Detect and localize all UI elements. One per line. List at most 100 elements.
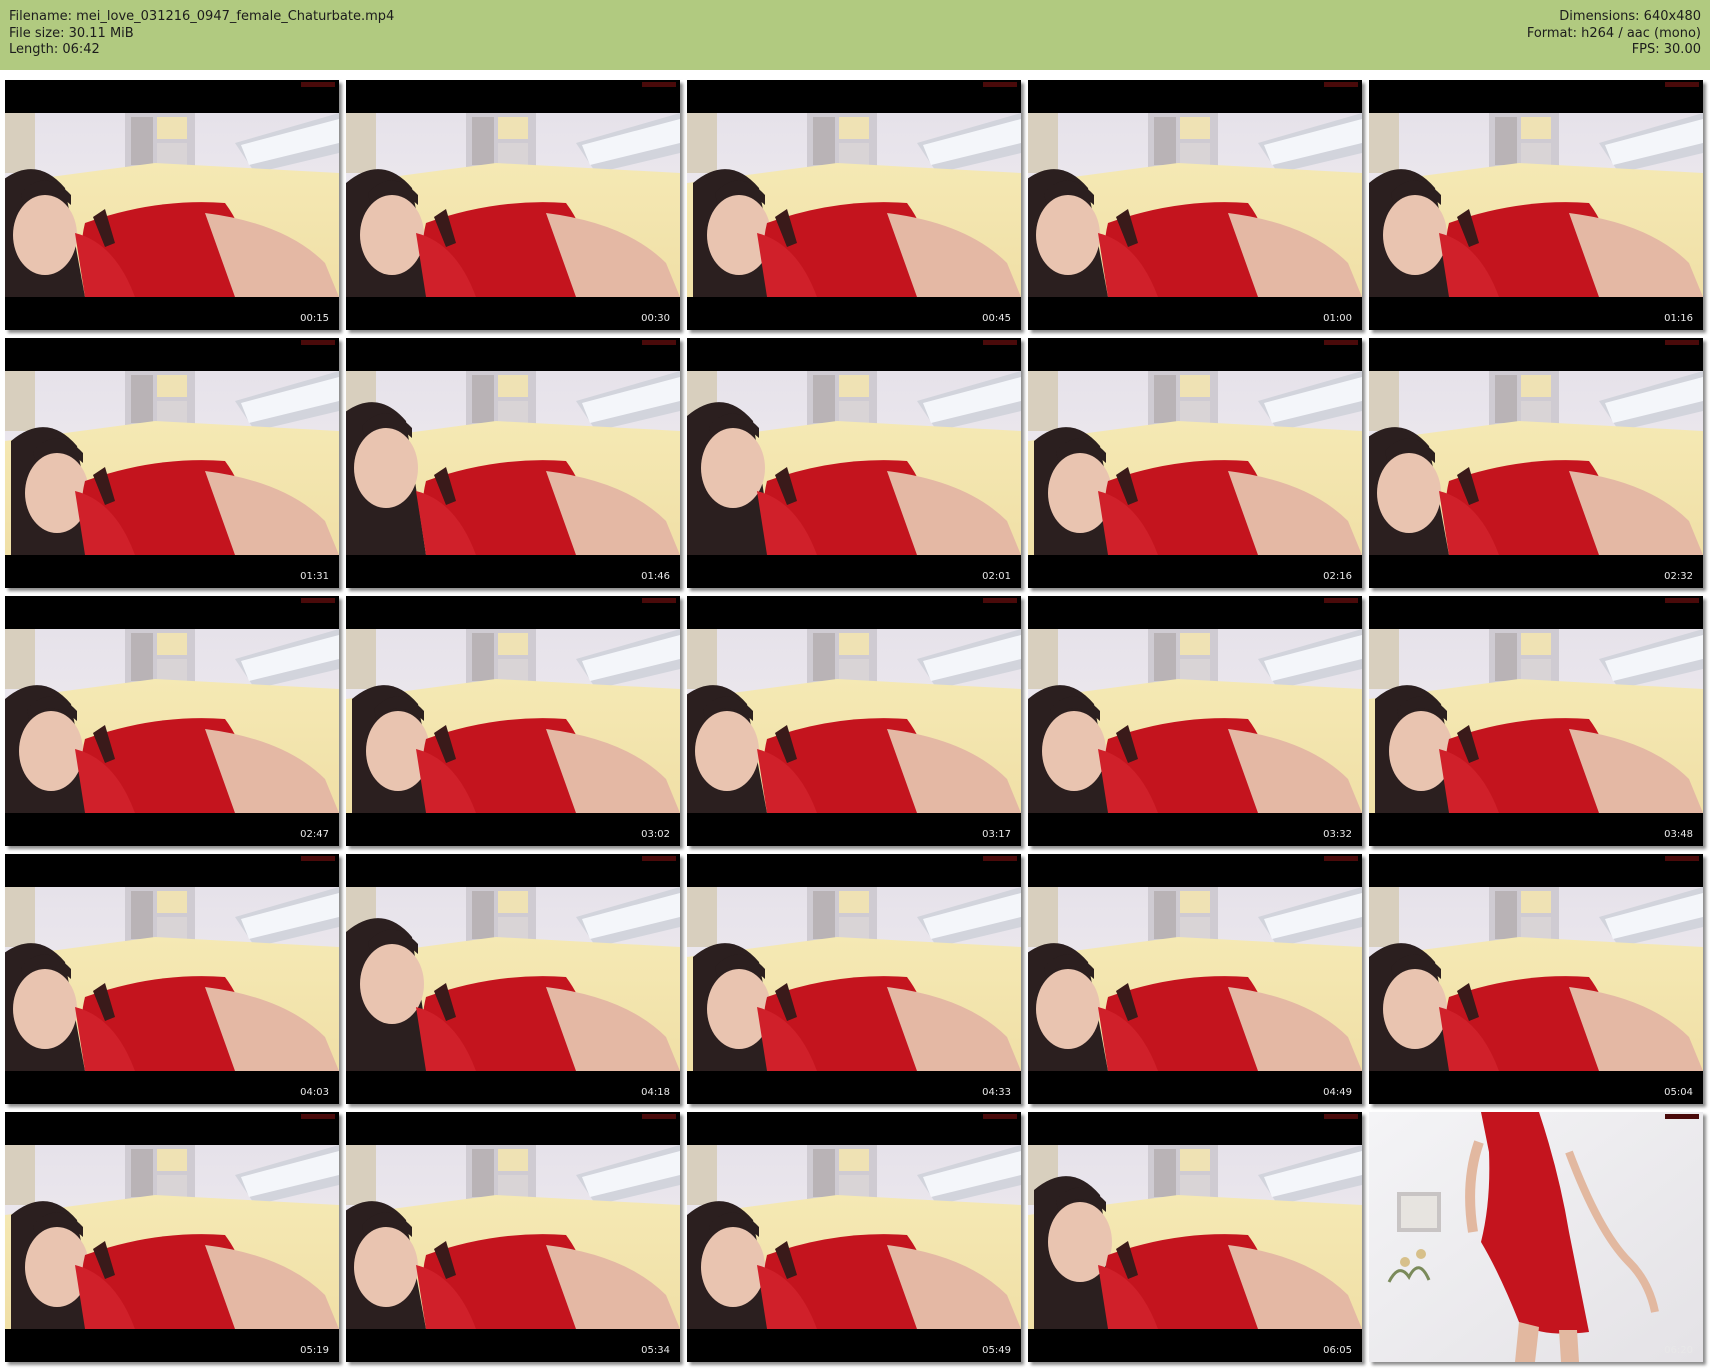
timestamp: 04:49 xyxy=(1323,1087,1352,1098)
watermark xyxy=(301,1114,335,1119)
watermark xyxy=(642,856,676,861)
thumbnail: 04:33 xyxy=(687,854,1021,1104)
thumbnail: 05:19 xyxy=(5,1112,339,1362)
video-frame xyxy=(1028,887,1362,1071)
thumbnail: 02:01 xyxy=(687,338,1021,588)
timestamp: 03:17 xyxy=(982,829,1011,840)
watermark xyxy=(301,598,335,603)
watermark xyxy=(642,82,676,87)
watermark xyxy=(983,598,1017,603)
thumbnail: 06:05 xyxy=(1028,1112,1362,1362)
thumbnail: 01:00 xyxy=(1028,80,1362,330)
video-frame xyxy=(5,113,339,297)
video-frame xyxy=(346,1145,680,1329)
watermark xyxy=(1324,1114,1358,1119)
video-frame xyxy=(5,629,339,813)
timestamp: 03:02 xyxy=(641,829,670,840)
watermark xyxy=(983,82,1017,87)
video-frame xyxy=(687,629,1021,813)
thumbnail: 04:18 xyxy=(346,854,680,1104)
video-frame xyxy=(687,113,1021,297)
thumbnail: 05:04 xyxy=(1369,854,1703,1104)
watermark xyxy=(642,598,676,603)
timestamp: 02:01 xyxy=(982,571,1011,582)
video-frame xyxy=(5,371,339,555)
timestamp: 00:45 xyxy=(982,313,1011,324)
video-frame xyxy=(1028,629,1362,813)
video-frame xyxy=(1369,113,1703,297)
timestamp: 01:16 xyxy=(1664,313,1693,324)
timestamp: 04:03 xyxy=(300,1087,329,1098)
thumbnail: 03:32 xyxy=(1028,596,1362,846)
timestamp: 06:20 xyxy=(1664,1345,1693,1356)
timestamp: 03:48 xyxy=(1664,829,1693,840)
thumbnail: 02:16 xyxy=(1028,338,1362,588)
timestamp: 05:04 xyxy=(1664,1087,1693,1098)
timestamp: 04:18 xyxy=(641,1087,670,1098)
watermark xyxy=(1665,82,1699,87)
video-frame xyxy=(1369,1112,1703,1362)
thumbnail: 00:45 xyxy=(687,80,1021,330)
timestamp: 01:46 xyxy=(641,571,670,582)
watermark xyxy=(983,856,1017,861)
video-frame xyxy=(5,887,339,1071)
timestamp: 01:00 xyxy=(1323,313,1352,324)
video-frame xyxy=(346,371,680,555)
timestamp: 02:32 xyxy=(1664,571,1693,582)
thumbnail: 04:03 xyxy=(5,854,339,1104)
timestamp: 05:34 xyxy=(641,1345,670,1356)
timestamp: 00:30 xyxy=(641,313,670,324)
thumbnail: 05:34 xyxy=(346,1112,680,1362)
video-frame xyxy=(5,1145,339,1329)
thumbnail: 02:47 xyxy=(5,596,339,846)
thumbnail-grid: 00:15 00:30 00:45 01:00 01:16 01:31 01:4… xyxy=(0,0,1710,1370)
thumbnail: 03:17 xyxy=(687,596,1021,846)
watermark xyxy=(983,1114,1017,1119)
watermark xyxy=(642,1114,676,1119)
timestamp: 03:32 xyxy=(1323,829,1352,840)
video-frame xyxy=(1369,629,1703,813)
timestamp: 06:05 xyxy=(1323,1345,1352,1356)
thumbnail: 04:49 xyxy=(1028,854,1362,1104)
watermark xyxy=(1324,856,1358,861)
watermark xyxy=(1324,340,1358,345)
video-frame xyxy=(346,629,680,813)
video-frame xyxy=(1028,113,1362,297)
thumbnail: 03:48 xyxy=(1369,596,1703,846)
timestamp: 02:16 xyxy=(1323,571,1352,582)
timestamp: 00:15 xyxy=(300,313,329,324)
video-frame xyxy=(687,887,1021,1071)
video-frame xyxy=(687,1145,1021,1329)
thumbnail: 02:32 xyxy=(1369,338,1703,588)
thumbnail: 01:16 xyxy=(1369,80,1703,330)
video-frame xyxy=(346,113,680,297)
thumbnail: 05:49 xyxy=(687,1112,1021,1362)
watermark xyxy=(301,856,335,861)
video-frame xyxy=(1028,371,1362,555)
watermark xyxy=(301,340,335,345)
watermark xyxy=(1665,340,1699,345)
watermark xyxy=(301,82,335,87)
timestamp: 05:19 xyxy=(300,1345,329,1356)
watermark xyxy=(983,340,1017,345)
thumbnail: 01:46 xyxy=(346,338,680,588)
watermark xyxy=(1665,856,1699,861)
timestamp: 01:31 xyxy=(300,571,329,582)
timestamp: 02:47 xyxy=(300,829,329,840)
thumbnail: 00:15 xyxy=(5,80,339,330)
watermark xyxy=(642,340,676,345)
thumbnail: 00:30 xyxy=(346,80,680,330)
video-frame xyxy=(687,371,1021,555)
video-frame xyxy=(1028,1145,1362,1329)
video-frame xyxy=(1369,887,1703,1071)
video-frame xyxy=(346,887,680,1071)
thumbnail: 03:02 xyxy=(346,596,680,846)
watermark xyxy=(1665,598,1699,603)
video-frame xyxy=(1369,371,1703,555)
timestamp: 04:33 xyxy=(982,1087,1011,1098)
watermark xyxy=(1324,82,1358,87)
timestamp: 05:49 xyxy=(982,1345,1011,1356)
watermark xyxy=(1665,1114,1699,1119)
watermark xyxy=(1324,598,1358,603)
thumbnail: 06:20 xyxy=(1369,1112,1703,1362)
